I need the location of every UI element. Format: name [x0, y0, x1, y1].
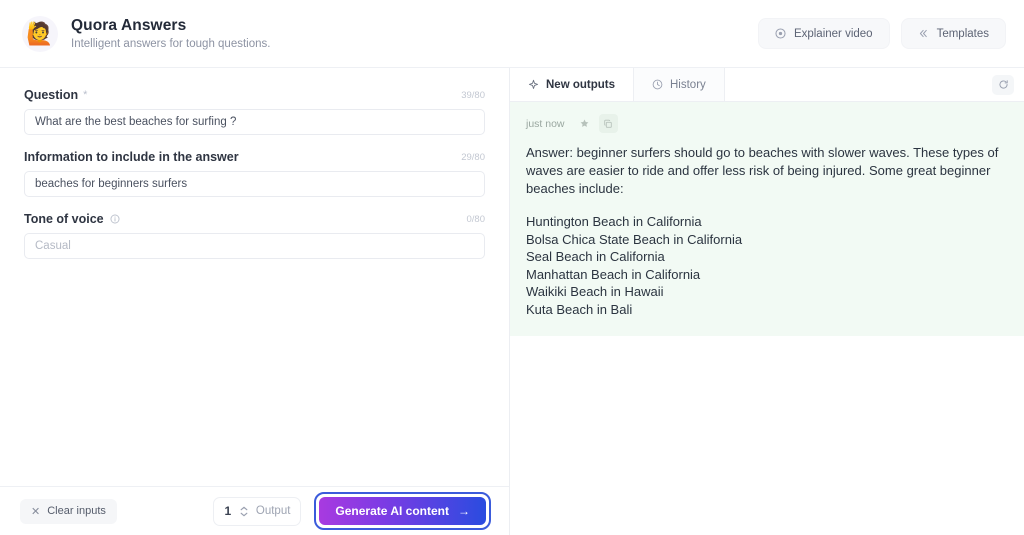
- tab-history-label: History: [670, 78, 706, 91]
- input-panel: Question * 39/80 What are the best beach…: [0, 68, 510, 535]
- page-title: Quora Answers: [71, 17, 187, 34]
- person-raising-hand-icon: 🙋: [22, 15, 58, 52]
- refresh-icon: [998, 79, 1009, 90]
- field-information: Information to include in the answer 29/…: [24, 150, 485, 197]
- output-panel: New outputs History just now Answer: beg…: [510, 68, 1024, 535]
- clear-inputs-label: Clear inputs: [47, 505, 106, 517]
- generate-ai-content-button[interactable]: Generate AI content →: [319, 497, 486, 525]
- star-icon: [579, 118, 590, 129]
- list-item: Seal Beach in California: [526, 249, 665, 264]
- required-marker: *: [83, 89, 88, 101]
- stepper-chevrons-icon[interactable]: [240, 506, 248, 517]
- clear-inputs-button[interactable]: ✕ Clear inputs: [20, 498, 117, 524]
- brand: 🙋 Quora Answers Intelligent answers for …: [22, 15, 270, 52]
- information-input[interactable]: beaches for beginners surfers: [24, 171, 485, 197]
- field-tone: Tone of voice 0/80 Casual: [24, 212, 485, 259]
- tone-of-voice-input[interactable]: Casual: [24, 233, 485, 259]
- list-item: Bolsa Chica State Beach in California: [526, 231, 743, 247]
- list-item: Huntington Beach in California: [526, 214, 702, 229]
- footer-right: 1 Output Generate AI content →: [212, 492, 491, 530]
- close-icon: ✕: [31, 505, 41, 518]
- tab-new-outputs-label: New outputs: [546, 78, 615, 91]
- sparkle-icon: [528, 79, 539, 90]
- app-root: 🙋 Quora Answers Intelligent answers for …: [0, 0, 1024, 535]
- question-input[interactable]: What are the best beaches for surfing ?: [24, 109, 485, 135]
- output-card: just now Answer: beginner surfers should…: [510, 102, 1024, 336]
- arrow-right-icon: →: [458, 504, 470, 518]
- generate-button-focus-ring: Generate AI content →: [314, 492, 491, 530]
- tab-new-outputs[interactable]: New outputs: [510, 68, 634, 101]
- copy-icon: [603, 119, 613, 129]
- templates-button[interactable]: Templates: [900, 18, 1006, 49]
- chevrons-left-icon: [918, 28, 929, 39]
- list-item: Manhattan Beach in California: [526, 266, 701, 282]
- field-information-label: Information to include in the answer: [24, 150, 239, 164]
- output-paragraph: Answer: beginner surfers should go to be…: [526, 145, 999, 196]
- field-question-label: Question: [24, 88, 79, 102]
- output-beach-list: Huntington Beach in California Bolsa Chi…: [526, 213, 1008, 318]
- copy-button[interactable]: [598, 114, 618, 133]
- refresh-button[interactable]: [992, 74, 1014, 95]
- output-count-stepper[interactable]: 1 Output: [212, 496, 302, 526]
- output-text: Answer: beginner surfers should go to be…: [526, 144, 1008, 318]
- outputs-list: just now Answer: beginner surfers should…: [510, 102, 1024, 535]
- field-question-head: Question * 39/80: [24, 88, 485, 102]
- info-icon[interactable]: [110, 214, 120, 224]
- input-form: Question * 39/80 What are the best beach…: [0, 68, 509, 486]
- output-timestamp: just now: [526, 117, 565, 130]
- page-subtitle: Intelligent answers for tough questions.: [71, 38, 271, 50]
- header-actions: Explainer video Templates: [757, 18, 1006, 49]
- output-count-value: 1: [224, 504, 232, 518]
- generate-label: Generate AI content: [335, 504, 449, 518]
- clock-icon: [652, 79, 663, 90]
- field-tone-label: Tone of voice: [24, 212, 104, 226]
- output-count-label: Output: [255, 505, 291, 517]
- input-footer: ✕ Clear inputs 1 Output Generate AI cont…: [0, 486, 509, 535]
- field-information-counter: 29/80: [461, 151, 485, 163]
- body: Question * 39/80 What are the best beach…: [0, 68, 1024, 535]
- field-question-counter: 39/80: [461, 89, 485, 101]
- play-circle-icon: [775, 28, 786, 39]
- output-card-meta: just now: [526, 114, 1008, 133]
- field-information-head: Information to include in the answer 29/…: [24, 150, 485, 164]
- field-tone-head: Tone of voice 0/80: [24, 212, 485, 226]
- explainer-video-button[interactable]: Explainer video: [757, 18, 890, 49]
- explainer-video-label: Explainer video: [793, 27, 873, 40]
- tab-history[interactable]: History: [634, 68, 725, 101]
- app-header: 🙋 Quora Answers Intelligent answers for …: [0, 0, 1024, 68]
- favorite-button[interactable]: [575, 114, 594, 133]
- list-item: Kuta Beach in Bali: [526, 301, 633, 317]
- field-tone-counter: 0/80: [466, 213, 486, 225]
- templates-label: Templates: [936, 27, 989, 40]
- list-item: Waikiki Beach in Hawaii: [526, 284, 664, 299]
- field-question: Question * 39/80 What are the best beach…: [24, 88, 485, 135]
- output-tabs: New outputs History: [510, 68, 1024, 102]
- brand-text: Quora Answers Intelligent answers for to…: [71, 17, 270, 50]
